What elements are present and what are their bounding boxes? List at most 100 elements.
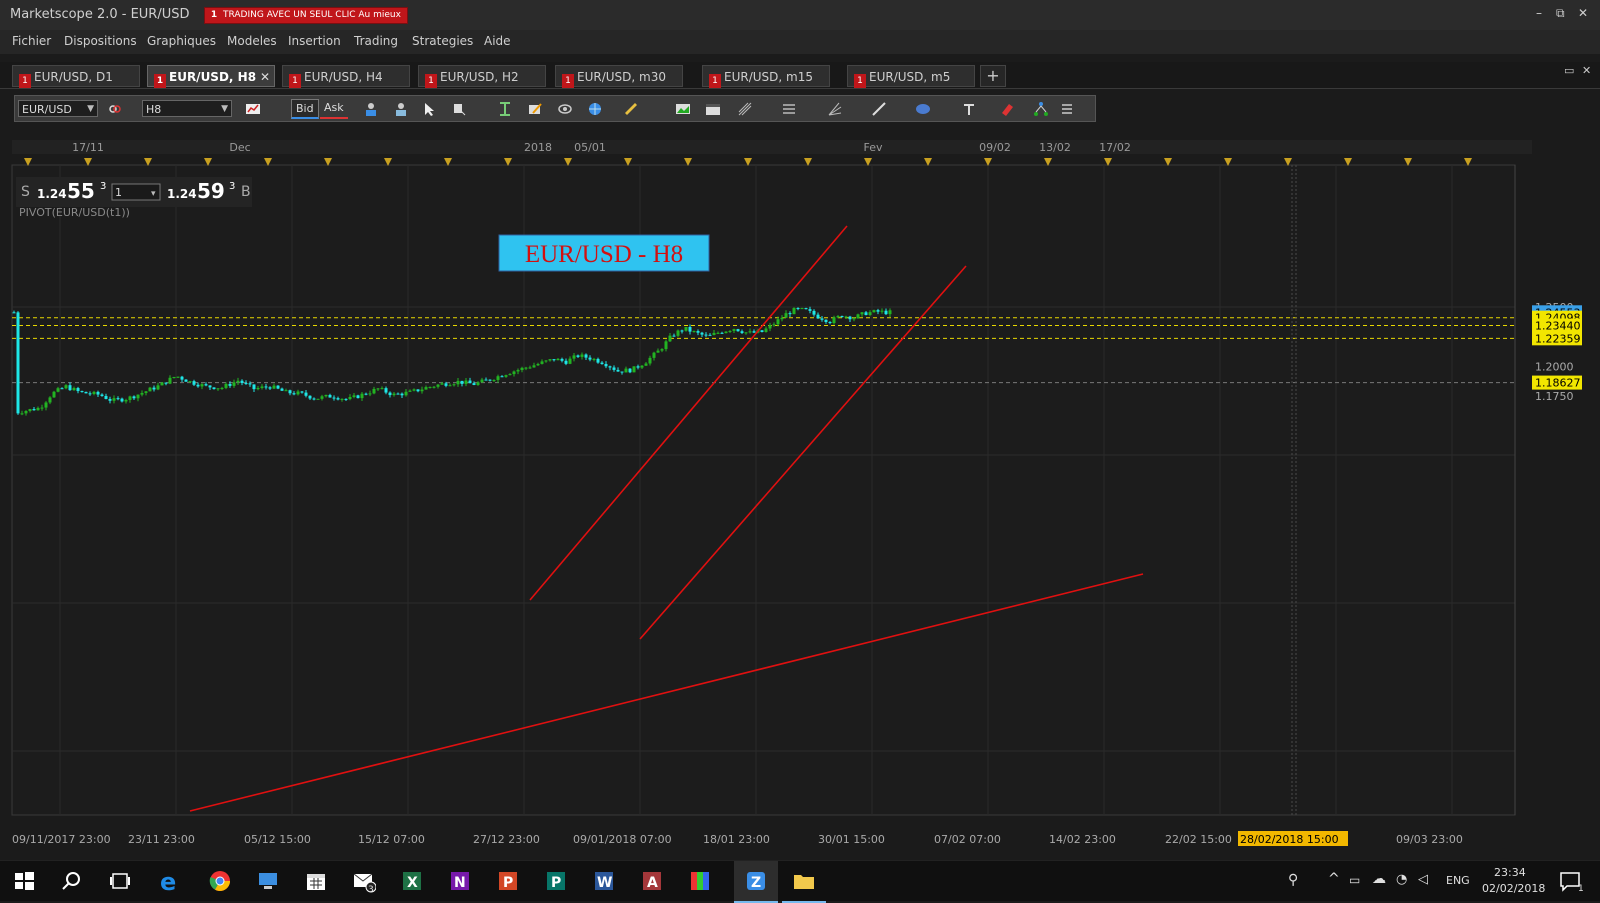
color-app-icon[interactable] — [688, 869, 712, 893]
menu-insertion[interactable]: Insertion — [288, 34, 341, 48]
channel-icon[interactable] — [781, 101, 797, 117]
language-indicator[interactable]: ENG — [1446, 874, 1470, 887]
eye-icon[interactable] — [557, 101, 573, 117]
candle-body — [604, 364, 608, 367]
desktop-app-icon[interactable] — [256, 869, 280, 893]
window-icon[interactable] — [705, 101, 721, 117]
candle-body — [132, 396, 136, 399]
tab-eurusd-h8[interactable]: 1 EUR/USD, H8 ✕ — [147, 65, 275, 88]
ask-toggle[interactable]: Ask — [320, 99, 348, 119]
candle-body — [44, 402, 48, 408]
instrument-select[interactable]: EUR/USD ▼ — [18, 100, 98, 117]
sell-price-big[interactable]: 55 — [67, 179, 95, 203]
volume-icon[interactable]: ◁ — [1418, 872, 1428, 887]
pitchfork-icon[interactable] — [827, 101, 843, 117]
show-hidden-icons[interactable]: ^ — [1328, 871, 1340, 887]
menu-graphiques[interactable]: Graphiques — [147, 34, 216, 48]
text-tool-icon[interactable] — [961, 101, 977, 117]
candle-body — [668, 335, 672, 342]
buy-label[interactable]: B — [241, 184, 251, 200]
timeframe-select[interactable]: H8 ▼ — [142, 100, 232, 117]
crosshair-icon[interactable] — [451, 101, 467, 117]
candle-body — [568, 358, 572, 364]
ellipse-icon[interactable] — [915, 101, 931, 117]
area-chart-icon[interactable] — [675, 101, 691, 117]
explorer-taskbar-item[interactable] — [782, 861, 826, 903]
strategy-user-icon[interactable] — [393, 101, 409, 117]
menu-strategies[interactable]: Strategies — [412, 34, 473, 48]
chrome-icon[interactable] — [208, 869, 232, 893]
sell-price-small[interactable]: 1.24 — [37, 187, 67, 201]
add-tab-button[interactable]: + — [980, 65, 1006, 87]
menu-dispositions[interactable]: Dispositions — [64, 34, 137, 48]
eraser-icon[interactable] — [999, 101, 1015, 117]
marketscope-taskbar-item[interactable]: Z — [734, 861, 778, 903]
bid-toggle[interactable]: Bid — [291, 99, 319, 119]
clock-date[interactable]: 02/02/2018 — [1482, 882, 1545, 895]
candle-body — [424, 387, 428, 390]
tab-eurusd-m5[interactable]: 1 EUR/USD, m5 — [847, 65, 975, 88]
hierarchy-icon[interactable] — [1033, 101, 1049, 117]
bottom-date-label: 14/02 23:00 — [1049, 833, 1116, 846]
candle-body — [540, 361, 544, 364]
sell-price-pipette: 3 — [100, 181, 106, 192]
panel-restore-icon[interactable]: ▭ — [1564, 64, 1574, 77]
candle-body — [464, 380, 468, 384]
edge-icon[interactable]: e — [158, 869, 182, 893]
tab-eurusd-h2[interactable]: 1 EUR/USD, H2 — [418, 65, 546, 88]
panel-close-icon[interactable]: ✕ — [1582, 64, 1591, 77]
powerpoint-icon[interactable]: P — [496, 869, 520, 893]
people-icon[interactable]: ⚲ — [1288, 872, 1298, 888]
candle-body — [516, 370, 520, 372]
sell-label[interactable]: S — [21, 184, 30, 200]
publisher-icon[interactable]: P — [544, 869, 568, 893]
search-icon[interactable] — [60, 869, 84, 893]
tab-close-icon[interactable]: ✕ — [260, 66, 270, 88]
cloud-icon[interactable]: ☁ — [1372, 871, 1386, 887]
access-icon[interactable]: A — [640, 869, 664, 893]
start-icon[interactable] — [12, 869, 36, 893]
line-tool-icon[interactable] — [871, 101, 887, 117]
buy-price-small[interactable]: 1.24 — [167, 187, 197, 201]
menu-trading[interactable]: Trading — [354, 34, 398, 48]
candle-body — [52, 391, 56, 398]
cursor-date-label: 28/02/2018 15:00 — [1240, 833, 1339, 846]
calendar-icon[interactable] — [304, 869, 328, 893]
note-icon[interactable] — [527, 101, 543, 117]
tab-eurusd-d1[interactable]: 1 EUR/USD, D1 — [12, 65, 140, 88]
price-chart[interactable]: 17/11Dec201805/01Fev09/0213/0217/02 1.25… — [0, 128, 1600, 850]
menu-modeles[interactable]: Modeles — [227, 34, 277, 48]
candle-body — [556, 358, 560, 361]
onenote-icon[interactable]: N — [448, 869, 472, 893]
candle-body — [468, 380, 472, 384]
one-click-trading-button[interactable]: 1 TRADING AVEC UN SEUL CLIC Au mieux — [204, 7, 408, 24]
clock-time[interactable]: 23:34 — [1494, 866, 1526, 879]
globe-icon[interactable] — [587, 101, 603, 117]
menu-aide[interactable]: Aide — [484, 34, 511, 48]
candle-body — [808, 309, 812, 311]
link-icon[interactable] — [107, 101, 123, 117]
cursor-icon[interactable] — [421, 101, 437, 117]
indicator-user-icon[interactable] — [363, 101, 379, 117]
word-icon[interactable]: W — [592, 869, 616, 893]
levels-icon[interactable] — [497, 101, 513, 117]
tab-eurusd-m15[interactable]: 1 EUR/USD, m15 — [702, 65, 830, 88]
minimize-button[interactable]: – — [1536, 6, 1542, 20]
candle-body — [344, 398, 348, 400]
buy-price-big[interactable]: 59 — [197, 179, 225, 203]
task-view-icon[interactable] — [108, 869, 132, 893]
tab-eurusd-h4[interactable]: 1 EUR/USD, H4 — [282, 65, 410, 88]
toolbar-more-icon[interactable] — [1059, 101, 1075, 117]
close-button[interactable]: ✕ — [1578, 6, 1588, 20]
tab-eurusd-m30[interactable]: 1 EUR/USD, m30 — [555, 65, 683, 88]
restore-button[interactable]: ⧉ — [1556, 6, 1565, 21]
excel-icon[interactable]: X — [400, 869, 424, 893]
chart-type-icon[interactable] — [245, 101, 261, 117]
wifi-icon[interactable]: ◔ — [1396, 872, 1407, 887]
fibonacci-icon[interactable] — [737, 101, 753, 117]
menu-fichier[interactable]: Fichier — [12, 34, 51, 48]
indicator-label[interactable]: PIVOT(EUR/USD(t1)) — [19, 206, 130, 219]
ruler-icon[interactable] — [623, 101, 639, 117]
battery-icon[interactable]: ▭ — [1349, 873, 1360, 887]
stepper-arrow-icon[interactable]: ▾ — [151, 189, 156, 199]
